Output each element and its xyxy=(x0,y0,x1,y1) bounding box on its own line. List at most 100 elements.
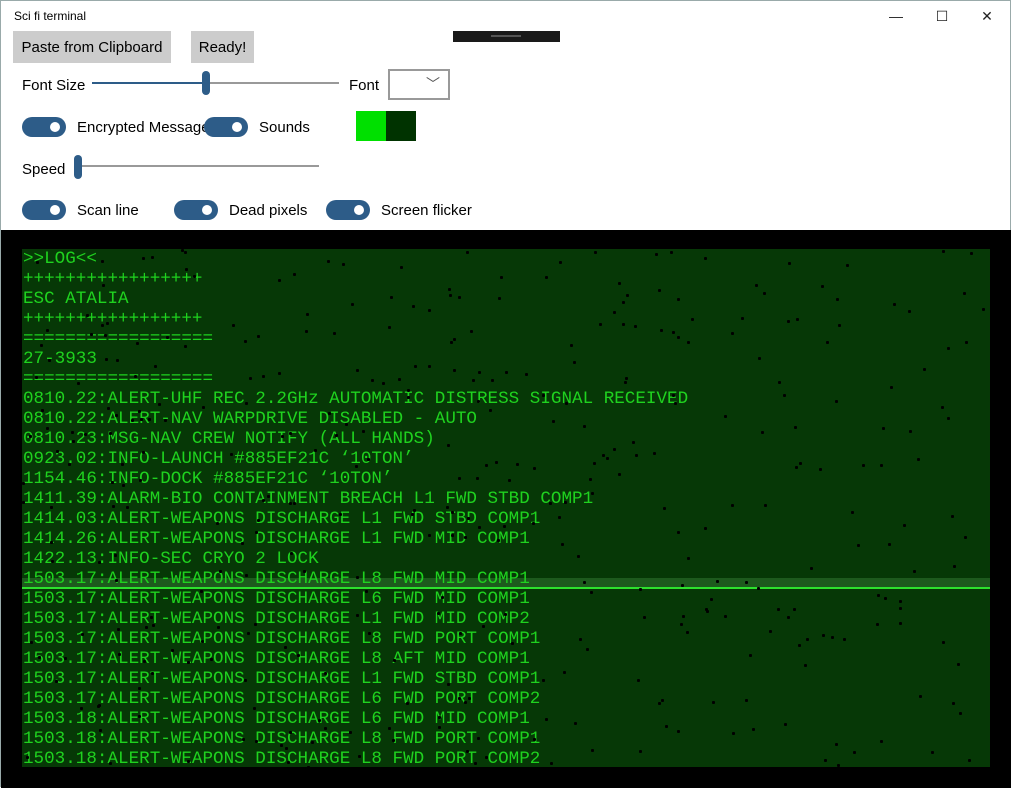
dead-pixel xyxy=(355,465,358,468)
dead-pixel xyxy=(290,552,293,555)
dead-pixel xyxy=(450,341,453,344)
dead-pixel xyxy=(795,466,798,469)
encrypted-message-toggle[interactable] xyxy=(22,117,66,137)
dead-pixel xyxy=(349,731,352,734)
dead-pixel xyxy=(467,517,470,520)
sounds-toggle[interactable] xyxy=(204,117,248,137)
dead-pixel xyxy=(550,762,553,765)
dead-pixel xyxy=(30,641,33,644)
dead-pixel xyxy=(200,590,203,593)
dead-pixel xyxy=(68,463,71,466)
dead-pixel xyxy=(367,458,370,461)
dead-pixel xyxy=(806,638,809,641)
dead-pixel xyxy=(216,522,219,525)
dead-pixel xyxy=(466,750,469,753)
font-label: Font xyxy=(349,77,379,94)
dead-pixel xyxy=(476,477,479,480)
dead-pixel xyxy=(412,305,415,308)
dead-pixel xyxy=(449,294,452,297)
dead-pixel xyxy=(687,557,690,560)
dead-pixel xyxy=(542,679,545,682)
dead-pixel xyxy=(682,615,685,618)
sounds-label: Sounds xyxy=(259,119,310,136)
minimize-button[interactable]: — xyxy=(873,1,919,31)
dead-pixel xyxy=(249,377,252,380)
screen-flicker-toggle[interactable] xyxy=(326,200,370,220)
dead-pixel xyxy=(831,636,834,639)
dead-pixel xyxy=(594,251,597,254)
dead-pixel xyxy=(293,273,296,276)
dead-pixel xyxy=(787,320,790,323)
dead-pixel xyxy=(661,699,664,702)
dead-pixel xyxy=(677,336,680,339)
font-dropdown[interactable]: ﹀ xyxy=(388,69,450,100)
dead-pixel xyxy=(86,314,89,317)
dead-pixel xyxy=(732,732,735,735)
dead-pixel xyxy=(111,481,114,484)
dead-pixel xyxy=(545,718,548,721)
dead-pixel xyxy=(752,728,755,731)
dead-pixel xyxy=(489,409,492,412)
dead-pixel xyxy=(36,261,39,264)
dead-pixel xyxy=(35,376,38,379)
dead-pixel xyxy=(184,251,187,254)
terminal-line: 1503.17:ALERT-WEAPONS DISCHARGE L1 FWD S… xyxy=(23,669,540,689)
dead-pixel xyxy=(29,435,32,438)
dead-pixel xyxy=(835,400,838,403)
dead-pixel xyxy=(618,282,621,285)
dead-pixel xyxy=(464,536,467,539)
dead-pixel xyxy=(877,594,880,597)
dead-pixel xyxy=(942,250,945,253)
dead-pixel xyxy=(498,297,501,300)
dead-pixel xyxy=(293,502,296,505)
dead-pixel xyxy=(314,449,317,452)
ready-button[interactable]: Ready! xyxy=(191,31,254,63)
dead-pixel xyxy=(458,697,461,700)
dead-pixel xyxy=(903,524,906,527)
dead-pixel xyxy=(613,448,616,451)
dead-pixel xyxy=(846,264,849,267)
dead-pixel xyxy=(590,591,593,594)
dead-pixel xyxy=(446,506,449,509)
dead-pixel xyxy=(837,764,840,767)
dead-pixel xyxy=(109,762,112,765)
window-title: Sci fi terminal xyxy=(14,9,86,23)
dead-pixel xyxy=(624,381,627,384)
drag-handle[interactable] xyxy=(453,31,560,42)
close-button[interactable]: ✕ xyxy=(964,1,1010,31)
dead-pixel xyxy=(810,567,813,570)
dead-pixel xyxy=(680,623,683,626)
dead-pixel xyxy=(545,276,548,279)
dead-pixel xyxy=(653,452,656,455)
dead-pixel xyxy=(665,725,668,728)
dead-pixel xyxy=(710,598,713,601)
dead-pixel xyxy=(982,308,985,311)
dead-pixels-label: Dead pixels xyxy=(229,202,307,219)
dead-pixel xyxy=(140,418,143,421)
dead-pixel xyxy=(142,451,145,454)
dead-pixel xyxy=(26,756,29,759)
dead-pixel xyxy=(278,279,281,282)
foreground-color-swatch[interactable] xyxy=(356,111,386,141)
dead-pixel xyxy=(824,759,827,762)
dead-pixel xyxy=(731,332,734,335)
speed-slider[interactable] xyxy=(74,155,319,179)
dead-pixel xyxy=(658,289,661,292)
dead-pixel xyxy=(138,687,141,690)
dead-pixel xyxy=(606,457,609,460)
font-size-slider[interactable] xyxy=(92,73,339,97)
dead-pixel xyxy=(116,359,119,362)
scan-line-toggle[interactable] xyxy=(22,200,66,220)
background-color-swatch[interactable] xyxy=(386,111,416,141)
maximize-button[interactable]: ☐ xyxy=(919,1,965,31)
paste-from-clipboard-button[interactable]: Paste from Clipboard xyxy=(13,31,171,63)
dead-pixel xyxy=(327,260,330,263)
dead-pixels-toggle[interactable] xyxy=(174,200,218,220)
dead-pixel xyxy=(853,751,856,754)
dead-pixel xyxy=(289,432,292,435)
chevron-down-icon: ﹀ xyxy=(426,74,440,94)
dead-pixel xyxy=(704,527,707,530)
dead-pixel xyxy=(441,596,444,599)
dead-pixel xyxy=(763,292,766,295)
dead-pixel xyxy=(559,261,562,264)
